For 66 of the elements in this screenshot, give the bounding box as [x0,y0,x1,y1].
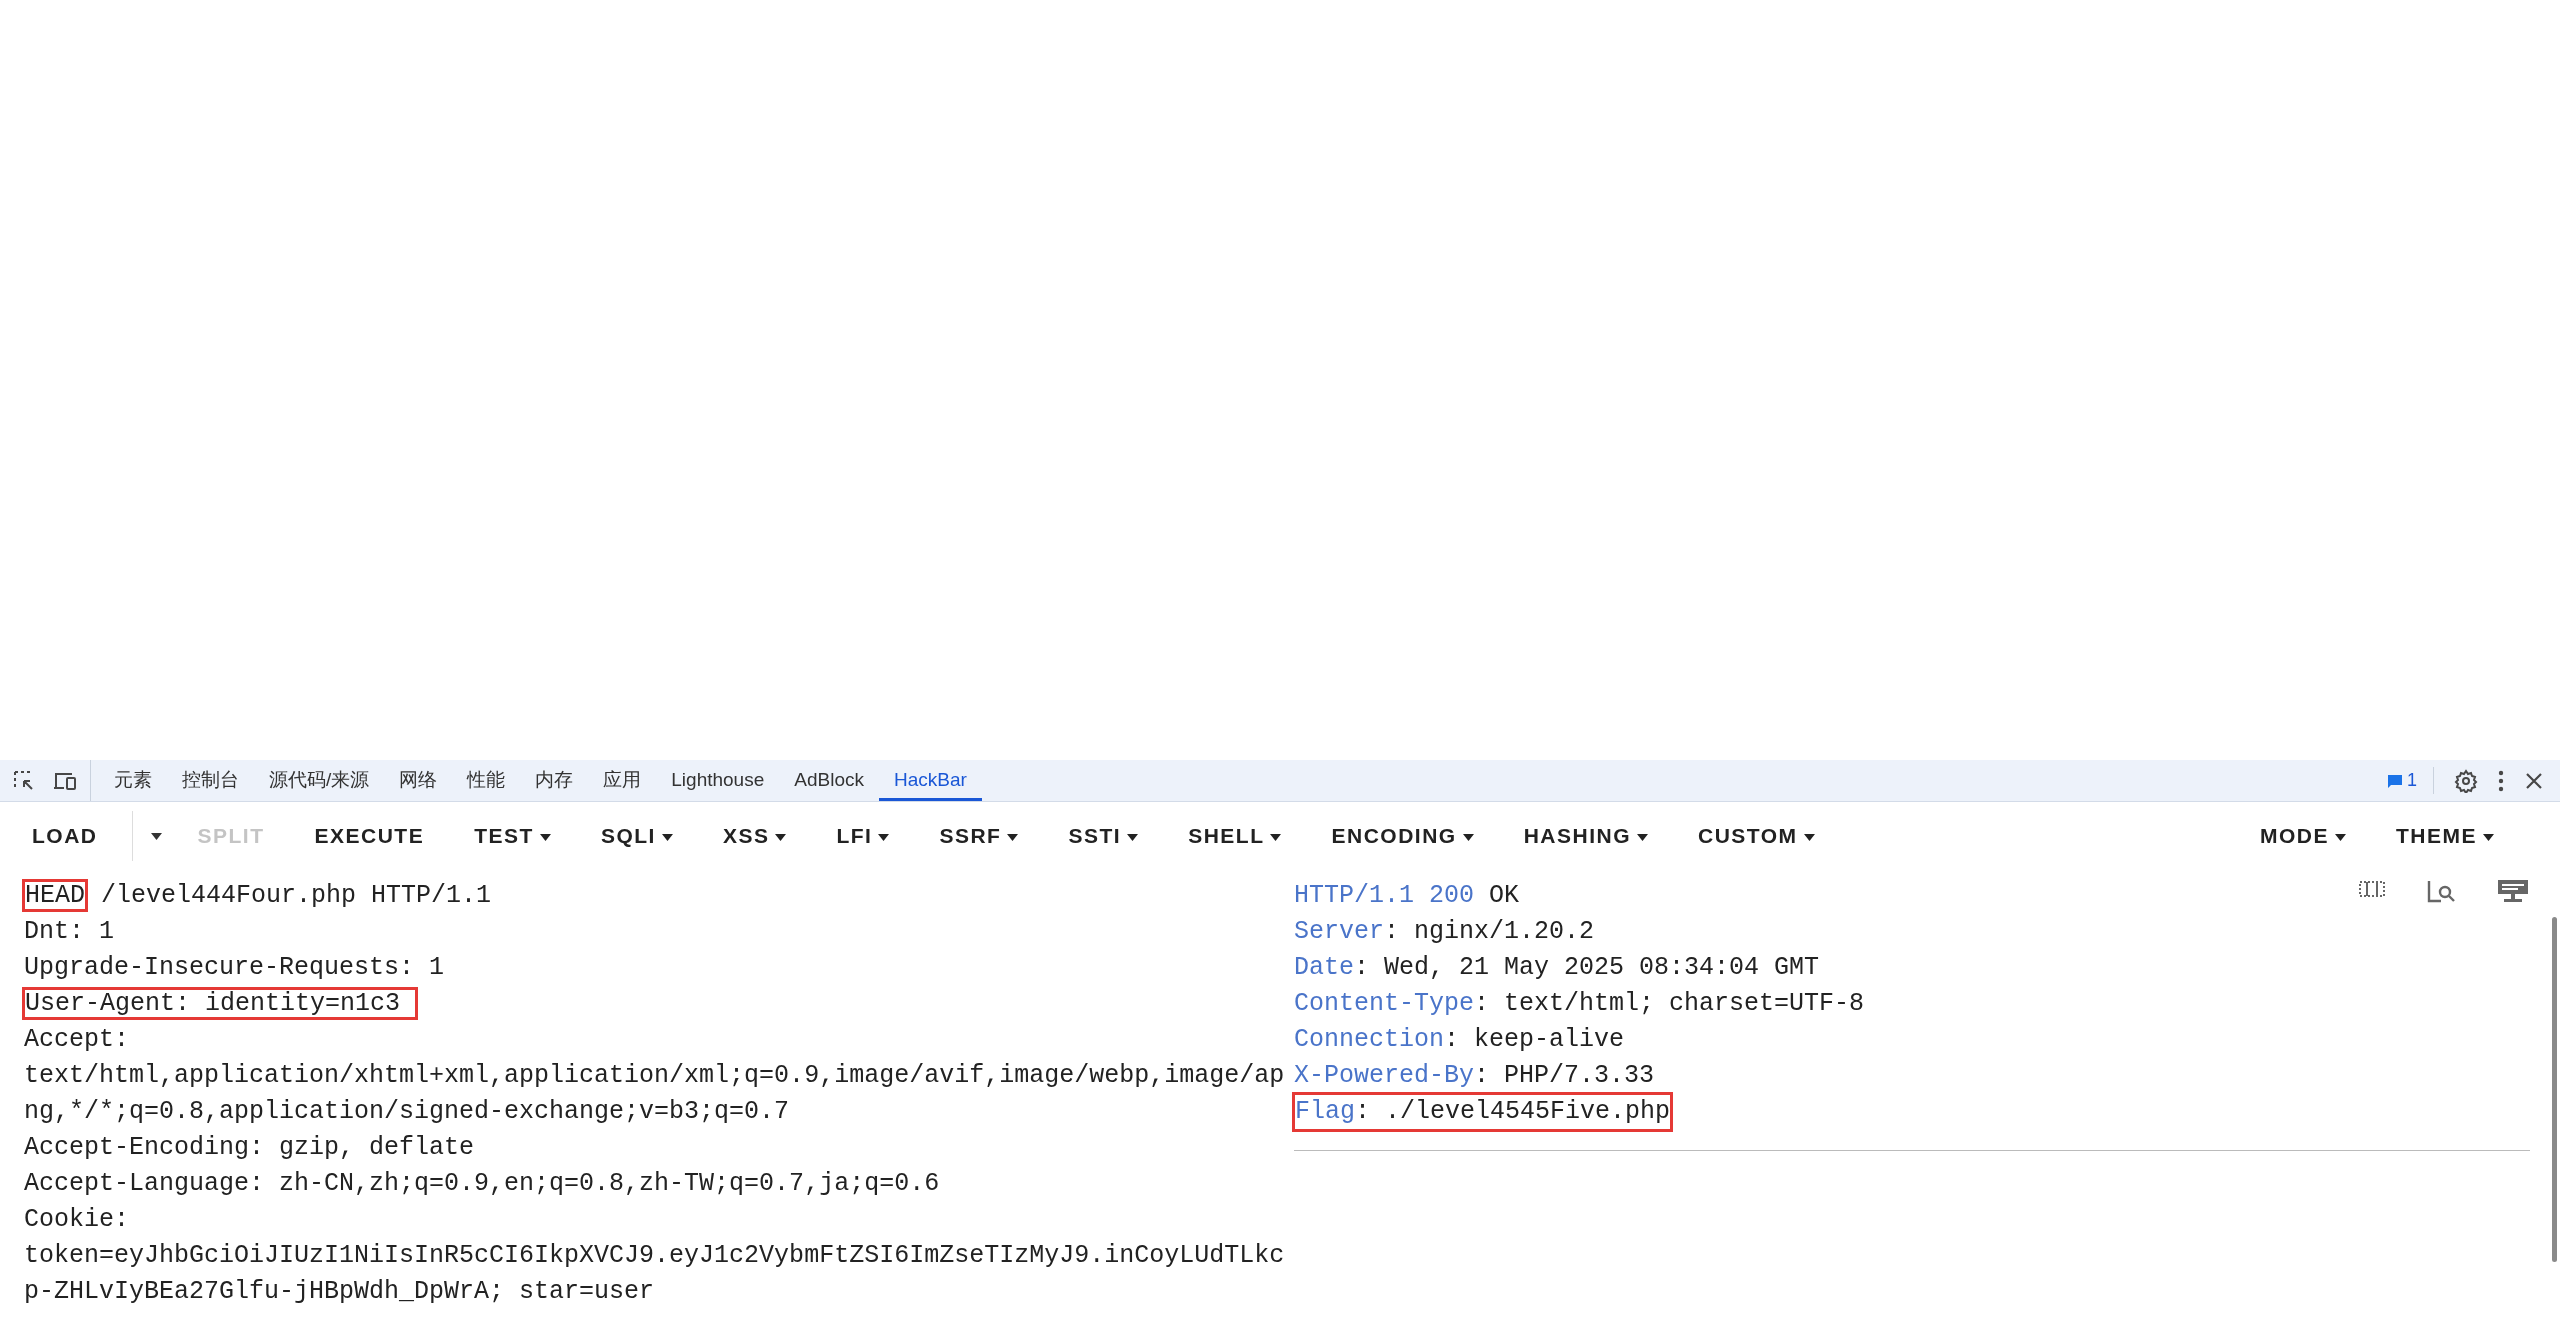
caret-icon [150,832,162,840]
menu-button[interactable]: MODE [2244,812,2362,860]
devtools-tab[interactable]: 性能 [452,760,521,801]
request-text: token=eyJhbGciOiJIUzI1NiIsInR5cCI6IkpXVCJ9.eyJ1c2VybmFtZSI6ImZseTIzMyJ9.inCoyLUdTLkc [24,1241,1285,1270]
search-preview-icon[interactable] [2426,878,2456,904]
response-header: X-Powered-By: PHP/7.3.33 [1294,1060,1655,1092]
response-header: Connection: keep-alive [1294,1024,1625,1056]
highlighted-response-header: Flag: ./level4545Five.php [1294,1094,1672,1130]
menu-button[interactable]: THEME [2380,812,2510,860]
response-header: HTTP/1.1 200 OK [1294,880,1520,912]
menu-button[interactable]: CUSTOM [1682,812,1831,860]
menu-button[interactable]: HASHING [1507,812,1664,860]
message-icon [2387,772,2403,789]
settings-icon[interactable] [2454,768,2478,793]
issues-counter[interactable]: 1 [2387,767,2434,794]
devtools-tab[interactable]: HackBar [878,760,982,801]
caret-icon [1803,834,1815,842]
highlighted-request-text: User-Agent: identity=n1c3 [24,989,417,1018]
devtools-tab[interactable]: 应用 [588,760,657,801]
more-options-icon[interactable] [2498,769,2504,792]
request-text: Cookie: [24,1205,130,1234]
response-header: Date: Wed, 21 May 2025 08:34:04 GMT [1294,952,1820,984]
request-text: Accept-Encoding: gzip, deflate [24,1133,475,1162]
caret-icon [2335,834,2346,842]
close-icon[interactable] [2524,770,2544,791]
request-text: Dnt: 1 [24,917,114,946]
caret-icon [1127,834,1139,842]
caret-icon [2483,834,2494,842]
request-text: Upgrade-Insecure-Requests: 1 [24,953,445,982]
monitor-icon[interactable] [2496,878,2530,904]
request-text: /level444Four.php HTTP/1.1 [100,881,492,910]
devtools-tab[interactable]: 网络 [384,760,453,801]
devtools-tab[interactable]: Lighthouse [656,760,780,801]
caret-icon [775,834,787,842]
menu-button[interactable]: SQLI [584,812,689,860]
devtools-tab[interactable]: 元素 [99,760,167,801]
request-text: Accept: [24,1025,130,1054]
response-header: Server: nginx/1.20.2 [1294,916,1595,948]
caret-icon [1270,834,1282,842]
menu-button[interactable]: ENCODING [1315,812,1490,860]
menu-button[interactable]: EXECUTE [298,812,441,860]
caret-icon [1007,834,1019,842]
devtools-tab[interactable]: 内存 [520,760,589,801]
issues-count: 1 [2407,769,2417,792]
request-text: p-ZHLvIyBEa27Glfu-jHBpWdh_DpWrA; star=user [24,1277,655,1306]
response-header: Content-Type: text/html; charset=UTF-8 [1294,988,1865,1020]
caret-icon [661,834,673,842]
menu-button[interactable]: SSTI [1052,812,1155,860]
request-text: ng,*/*;q=0.8,application/signed-exchange;v=b3;q=0.7 [24,1097,790,1126]
scrollbar[interactable] [2552,917,2557,1262]
menu-button[interactable]: XSS [706,812,803,860]
request-text: text/html,application/xhtml+xml,application/xml;q=0.9,image/avif,image/webp,image/ap [24,1061,1285,1090]
caret-icon [878,834,890,842]
menu-button[interactable]: LOAD [16,812,114,860]
devtools-tab[interactable]: 源代码/来源 [254,760,385,801]
caret-icon [539,834,551,842]
caret-icon [1462,834,1474,842]
menu-button[interactable]: SSRF [923,812,1035,860]
devtools-tab[interactable]: 控制台 [167,760,254,801]
devtools-tab[interactable]: AdBlock [779,760,879,801]
highlighted-request-text: HEAD [24,881,86,910]
menu-button[interactable]: TEST [458,812,567,860]
menu-button[interactable]: LFI [820,812,906,860]
menu-button[interactable]: SHELL [1172,812,1298,860]
caret-icon [1637,834,1648,842]
request-text: Accept-Language: zh-CN,zh;q=0.9,en;q=0.8,zh-TW;q=0.7,ja;q=0.6 [24,1169,940,1198]
